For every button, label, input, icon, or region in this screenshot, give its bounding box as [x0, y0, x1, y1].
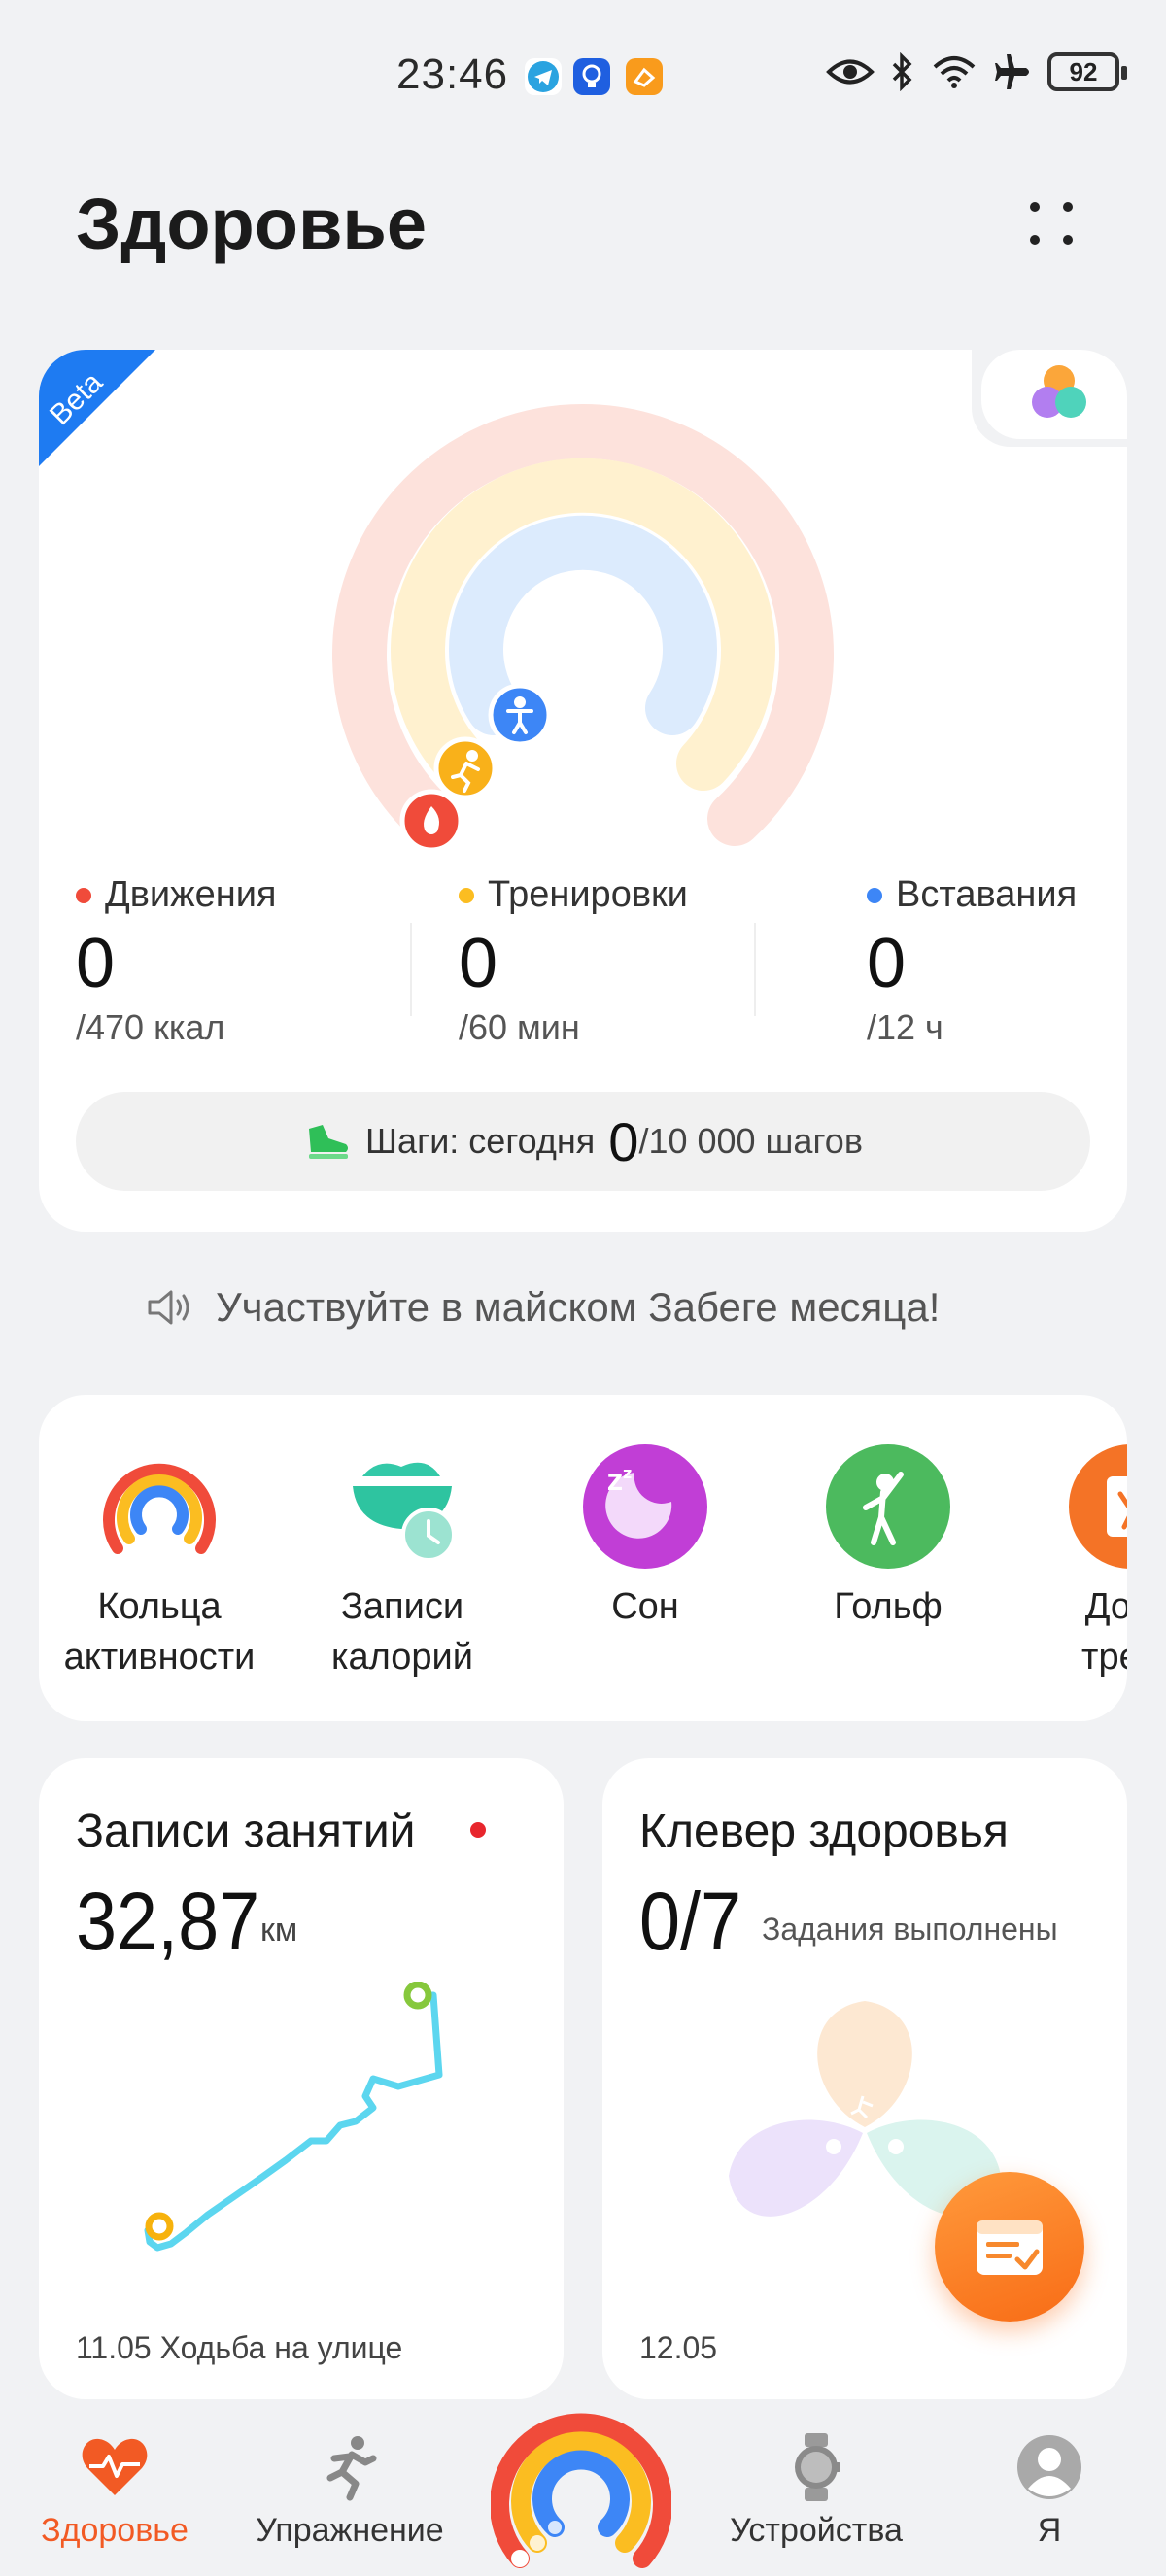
nav-label: Упражнение [256, 2512, 444, 2549]
sleep-moon-icon: Z z [583, 1444, 707, 1569]
clover-title: Клевер здоровья [639, 1806, 1009, 1857]
steps-label: Шаги: сегодня [365, 1121, 596, 1161]
eye-icon [826, 59, 874, 85]
exercise-value: 0 [459, 925, 498, 1002]
ring-theme-button[interactable] [972, 350, 1127, 447]
svg-text:z: z [623, 1464, 632, 1482]
nav-profile[interactable]: Я [933, 2428, 1166, 2550]
status-time: 23:46 [396, 51, 509, 98]
shoe-icon [309, 1125, 349, 1159]
shortcut-label: Кольца активности [63, 1586, 256, 1678]
clover-subtitle: Задания выполнены [762, 1912, 1058, 1947]
battery-indicator: 92 [1047, 52, 1127, 91]
clover-progress: 0/7 [639, 1876, 742, 1967]
shortcut-sleep[interactable]: Z z Сон [529, 1443, 762, 1632]
bluetooth-icon [892, 52, 912, 91]
golf-icon [826, 1444, 950, 1569]
shortcut-label: Гольф [834, 1586, 943, 1627]
new-record-dot [470, 1822, 486, 1838]
watch-icon [795, 2433, 840, 2501]
bottom-navigation: Здоровье Упражнение Устройства Я [0, 2399, 1166, 2576]
announcement-text: Участвуйте в майском Забеге месяца! [216, 1284, 941, 1330]
nav-devices[interactable]: Устройства [700, 2428, 933, 2550]
profile-icon [1017, 2435, 1081, 2499]
nav-exercise[interactable]: Упражнение [233, 2428, 466, 2550]
records-distance: 32,87 [76, 1876, 260, 1967]
bulb-app-icon [573, 58, 610, 95]
calorie-bowl-icon [353, 1462, 456, 1562]
system-icons: 92 [826, 52, 1127, 91]
nav-label: Здоровье [41, 2512, 189, 2549]
status-bar: 23:46 92 [0, 39, 1166, 117]
stand-metric: Вставания 0 /12 ч [867, 874, 1077, 1048]
records-footer: 11.05 Ходьба на улице [76, 2330, 402, 2366]
steps-goal: /10 000 шагов [638, 1121, 863, 1161]
divider [410, 923, 412, 1016]
nav-label: Устройства [730, 2512, 903, 2549]
clover-date: 12.05 [639, 2330, 718, 2365]
shortcut-home-workout[interactable]: Дома трени [1014, 1443, 1127, 1682]
shortcut-calories[interactable]: Записи калорий [286, 1443, 519, 1682]
monthly-challenge-banner[interactable]: Участвуйте в майском Забеге месяца! [146, 1284, 940, 1331]
exercise-records-card[interactable]: Записи занятий 32,87 км 11.05 Ходьба на … [39, 1758, 564, 2399]
stand-value: 0 [867, 925, 907, 1002]
wifi-icon [933, 56, 976, 88]
records-title: Записи занятий [76, 1806, 416, 1857]
task-list-icon [977, 2220, 1043, 2275]
steps-summary-button[interactable]: Шаги: сегодня 0/10 000 шагов [76, 1092, 1090, 1191]
activity-rings [332, 404, 834, 853]
tasks-fab-button[interactable] [935, 2172, 1084, 2322]
page-title: Здоровье [76, 184, 428, 264]
route-map [144, 1982, 443, 2252]
color-theme-icon [1032, 365, 1086, 418]
speaker-icon [148, 1290, 189, 1325]
steps-value: 0 [608, 1110, 639, 1172]
shortcut-label: Сон [611, 1586, 679, 1627]
stand-dot [867, 887, 882, 903]
shortcut-label: Записи калорий [331, 1586, 473, 1678]
shortcut-activity-rings[interactable]: Кольца активности [43, 1443, 276, 1682]
move-metric: Движения 0 /470 ккал [76, 874, 277, 1048]
move-label: Движения [105, 874, 277, 915]
nav-activity-rings[interactable] [490, 2395, 672, 2576]
move-dot [76, 887, 91, 903]
exercise-dot [459, 887, 474, 903]
move-value: 0 [76, 925, 116, 1002]
svg-text:Z: Z [607, 1472, 623, 1496]
activity-rings-icon [103, 1463, 216, 1554]
running-icon [326, 2436, 377, 2501]
exercise-goal: /60 мин [459, 1007, 580, 1047]
nav-label: Я [1037, 2512, 1062, 2549]
stand-label: Вставания [896, 874, 1078, 915]
stand-goal: /12 ч [867, 1007, 943, 1047]
records-unit: км [260, 1912, 298, 1949]
shortcuts-row: Кольца активности Записи калорий Z z Сон [39, 1395, 1127, 1721]
orange-app-icon [626, 58, 663, 95]
telegram-icon [525, 58, 562, 95]
heart-pulse-icon [82, 2438, 148, 2495]
nav-health[interactable]: Здоровье [0, 2428, 231, 2550]
more-dots-icon[interactable] [1011, 183, 1092, 264]
shortcut-golf[interactable]: Гольф [772, 1443, 1005, 1632]
activity-rings-icon [490, 2413, 672, 2568]
activity-rings-card[interactable]: Beta Движения 0 /470 ккал Тренировки 0 /… [39, 350, 1127, 1232]
airplane-icon [995, 54, 1029, 89]
records-date: 11.05 [76, 2330, 152, 2365]
home-workout-icon [1069, 1444, 1127, 1569]
move-goal: /470 ккал [76, 1007, 225, 1047]
divider [754, 923, 756, 1016]
exercise-label: Тренировки [488, 874, 688, 915]
exercise-metric: Тренировки 0 /60 мин [459, 874, 688, 1048]
shortcut-label: Дома трени [1081, 1586, 1127, 1678]
records-activity: Ходьба на улице [159, 2330, 403, 2365]
